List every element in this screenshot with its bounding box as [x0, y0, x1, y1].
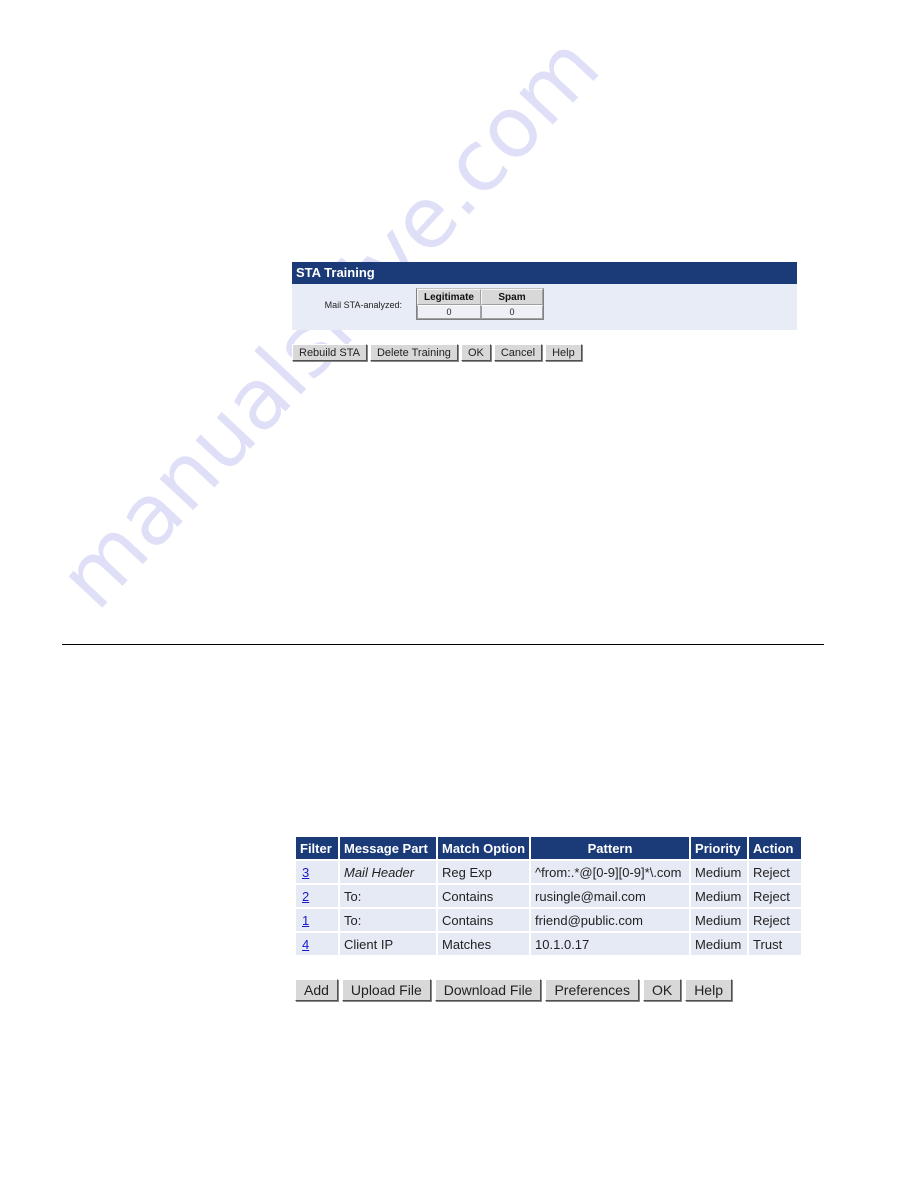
match-option-cell: Contains — [438, 909, 530, 931]
pattern-cell: ^from:.*@[0-9][0-9]*\.com — [531, 861, 690, 883]
filters-table: Filter Message Part Match Option Pattern… — [294, 835, 803, 957]
col-header-filter: Filter — [296, 837, 338, 859]
sta-training-panel: STA Training Mail STA-analyzed: Legitima… — [292, 262, 797, 330]
message-part-cell: Mail Header — [340, 861, 436, 883]
sta-stats-table: Legitimate Spam 0 0 — [416, 288, 544, 320]
col-header-action: Action — [749, 837, 802, 859]
preferences-button[interactable]: Preferences — [545, 979, 639, 1001]
legitimate-header: Legitimate — [417, 289, 481, 305]
table-row: 3 Mail Header Reg Exp ^from:.*@[0-9][0-9… — [296, 861, 802, 883]
match-option-cell: Contains — [438, 885, 530, 907]
add-button[interactable]: Add — [295, 979, 338, 1001]
sta-button-bar: Rebuild STA Delete Training OK Cancel He… — [292, 344, 582, 361]
match-option-cell: Matches — [438, 933, 530, 955]
sta-help-button[interactable]: Help — [545, 344, 582, 361]
filters-button-bar: Add Upload File Download File Preference… — [295, 979, 732, 1001]
table-row: 1 To: Contains friend@public.com Medium … — [296, 909, 802, 931]
pattern-cell: 10.1.0.17 — [531, 933, 690, 955]
priority-cell: Medium — [691, 909, 748, 931]
message-part-cell: To: — [340, 909, 436, 931]
filters-header-row: Filter Message Part Match Option Pattern… — [296, 837, 802, 859]
delete-training-button[interactable]: Delete Training — [369, 344, 458, 361]
filter-link[interactable]: 3 — [302, 865, 309, 880]
col-header-message-part: Message Part — [340, 837, 436, 859]
legitimate-count: 0 — [417, 305, 481, 319]
filters-help-button[interactable]: Help — [685, 979, 732, 1001]
pattern-cell: friend@public.com — [531, 909, 690, 931]
action-cell: Trust — [749, 933, 802, 955]
rebuild-sta-button[interactable]: Rebuild STA — [292, 344, 367, 361]
priority-cell: Medium — [691, 885, 748, 907]
sta-training-body: Mail STA-analyzed: Legitimate Spam 0 0 — [292, 284, 797, 330]
filter-link[interactable]: 2 — [302, 889, 309, 904]
download-file-button[interactable]: Download File — [434, 979, 542, 1001]
message-part-cell: Client IP — [340, 933, 436, 955]
filters-ok-button[interactable]: OK — [642, 979, 682, 1001]
spam-count: 0 — [481, 305, 543, 319]
table-row: 4 Client IP Matches 10.1.0.17 Medium Tru… — [296, 933, 802, 955]
spam-header: Spam — [481, 289, 543, 305]
sta-cancel-button[interactable]: Cancel — [493, 344, 543, 361]
col-header-pattern: Pattern — [531, 837, 690, 859]
pattern-cell: rusingle@mail.com — [531, 885, 690, 907]
upload-file-button[interactable]: Upload File — [341, 979, 431, 1001]
filter-link[interactable]: 4 — [302, 937, 309, 952]
priority-cell: Medium — [691, 933, 748, 955]
action-cell: Reject — [749, 885, 802, 907]
col-header-priority: Priority — [691, 837, 748, 859]
table-row: 2 To: Contains rusingle@mail.com Medium … — [296, 885, 802, 907]
action-cell: Reject — [749, 909, 802, 931]
priority-cell: Medium — [691, 861, 748, 883]
message-part-cell: To: — [340, 885, 436, 907]
page-divider — [62, 644, 824, 645]
sta-ok-button[interactable]: OK — [460, 344, 491, 361]
filter-link[interactable]: 1 — [302, 913, 309, 928]
match-option-cell: Reg Exp — [438, 861, 530, 883]
action-cell: Reject — [749, 861, 802, 883]
sta-training-title: STA Training — [292, 262, 797, 284]
col-header-match-option: Match Option — [438, 837, 530, 859]
mail-sta-analyzed-label: Mail STA-analyzed: — [324, 300, 402, 310]
